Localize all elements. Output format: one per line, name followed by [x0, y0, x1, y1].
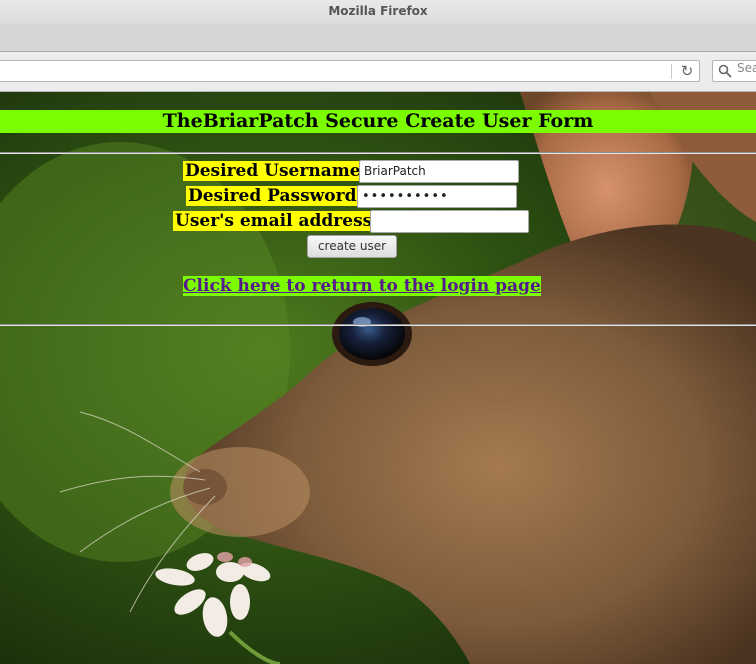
window-title: Mozilla Firefox [328, 4, 428, 18]
page-content: TheBriarPatch Secure Create User Form De… [0, 92, 756, 664]
search-bar[interactable]: Search [712, 60, 756, 82]
password-input[interactable]: •••••••••• [357, 185, 517, 208]
search-placeholder: Search [737, 61, 756, 75]
url-bar-divider [671, 64, 672, 79]
password-label: Desired Password: [186, 186, 365, 206]
tab-strip [0, 24, 756, 52]
create-user-button[interactable]: create user [307, 235, 397, 258]
username-label: Desired Username: [183, 161, 369, 181]
navigation-toolbar: ↻ Search [0, 52, 756, 92]
search-icon [718, 64, 732, 78]
username-input[interactable]: BriarPatch [359, 160, 519, 183]
page-title: TheBriarPatch Secure Create User Form [0, 110, 756, 133]
divider-bottom [0, 324, 756, 326]
reload-icon[interactable]: ↻ [678, 62, 696, 80]
url-bar[interactable]: ↻ [0, 60, 700, 82]
email-input[interactable] [370, 210, 529, 233]
email-label: User's email address: [173, 211, 381, 231]
divider-top [0, 152, 756, 154]
window-title-bar: Mozilla Firefox [0, 0, 756, 24]
return-to-login-link[interactable]: Click here to return to the login page [183, 276, 541, 296]
